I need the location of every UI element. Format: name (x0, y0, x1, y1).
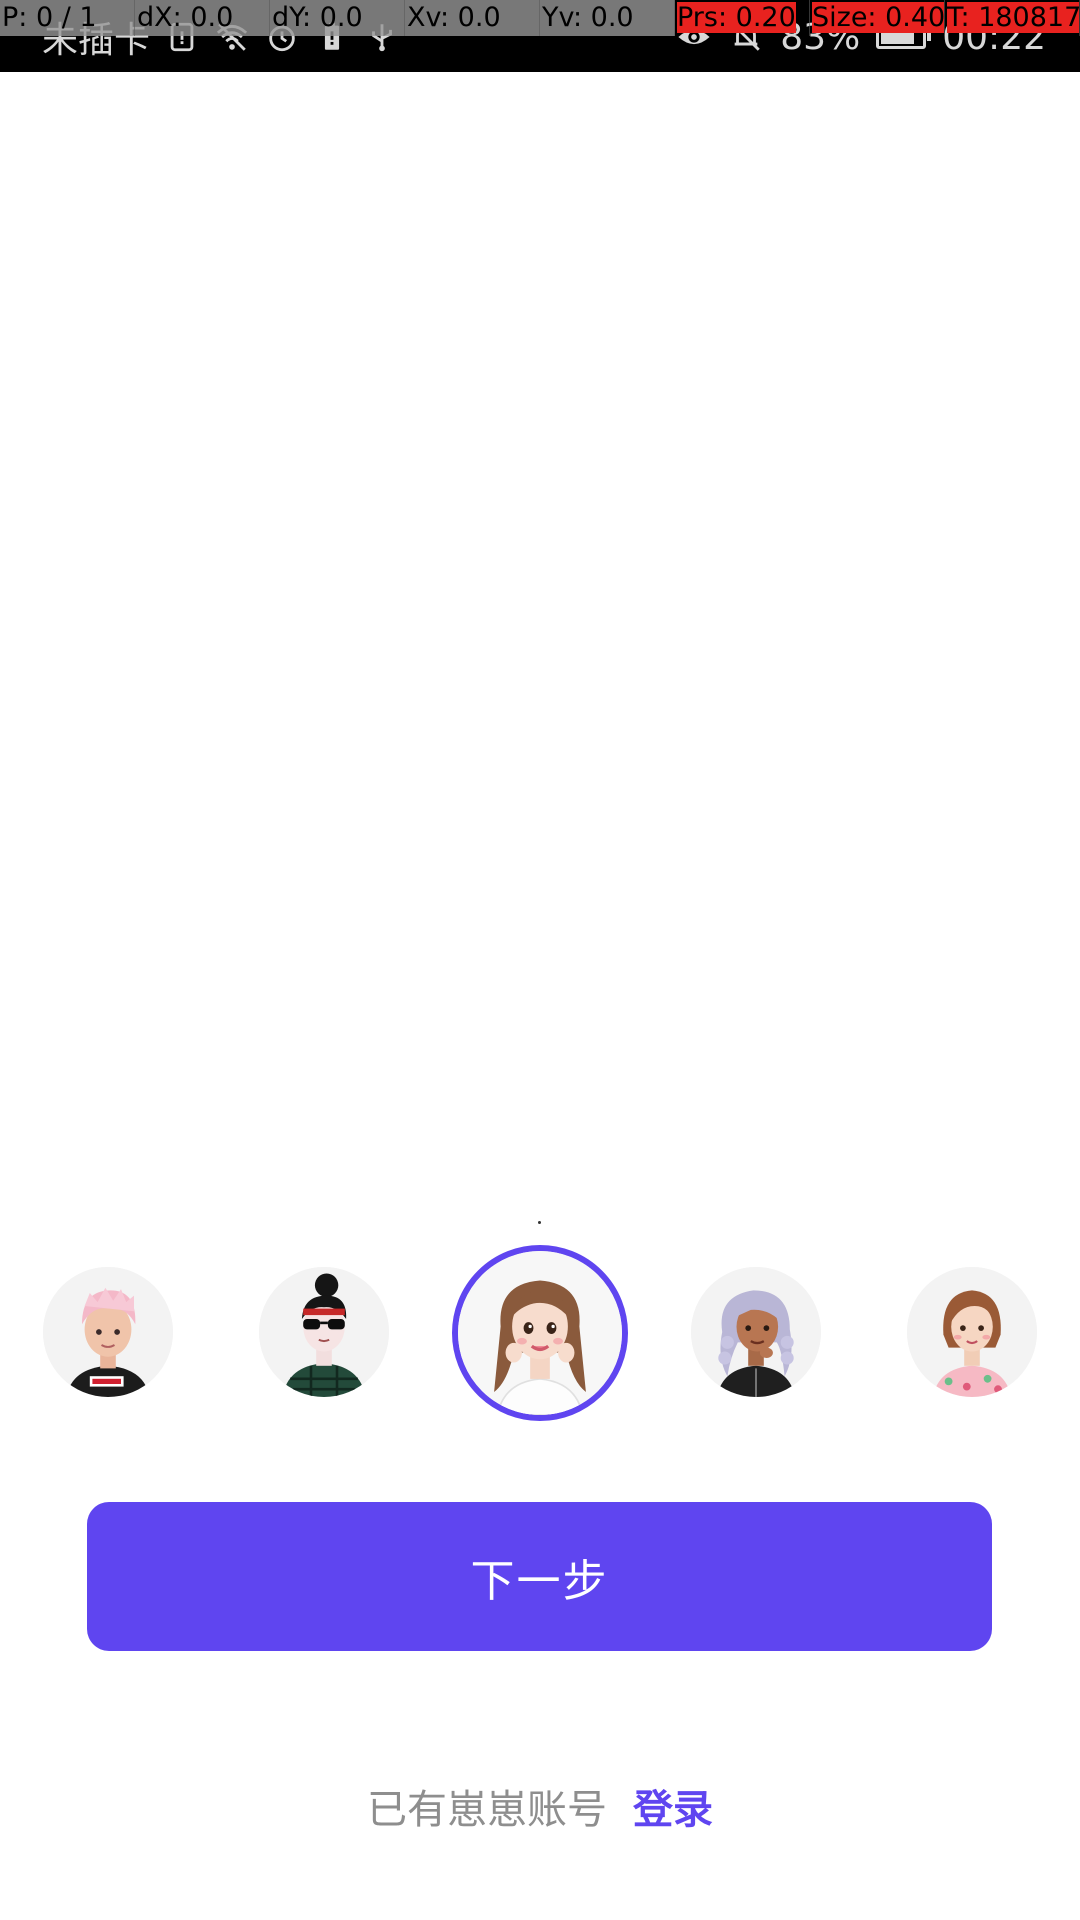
debug-prs: Prs: 0.20 (677, 2, 796, 33)
debug-touch-cell: T: 180817 (945, 0, 1080, 36)
debug-xv: Xv: 0.0 (405, 0, 540, 36)
avatar-long-hair-girl-image (458, 1251, 622, 1415)
avatar-silver-curls-image (691, 1267, 821, 1397)
next-button-label: 下一步 (470, 1555, 609, 1607)
login-prompt-text: 已有崽崽账号 (367, 1787, 607, 1833)
debug-size: Size: 0.40 (812, 2, 945, 33)
avatar-picker (0, 1245, 1080, 1425)
avatar-long-hair-girl[interactable] (452, 1245, 628, 1421)
pointer-location-overlay: P: 0 / 1 dX: 0.0 dY: 0.0 Xv: 0.0 Yv: 0.0… (0, 0, 1080, 36)
avatar-pink-hair-boy-image (43, 1267, 173, 1397)
debug-dx: dX: 0.0 (135, 0, 270, 36)
debug-size-cell: Size: 0.40 (810, 0, 945, 36)
avatar-bob-hair-girl-image (907, 1267, 1037, 1397)
login-link[interactable]: 登录 (633, 1777, 713, 1835)
avatar-sunglasses-bun-image (259, 1267, 389, 1397)
debug-prs-cell: Prs: 0.20 (675, 0, 810, 36)
debug-touch: T: 180817 (947, 2, 1080, 33)
center-dot (538, 1221, 541, 1224)
debug-pointer: P: 0 / 1 (0, 0, 135, 36)
login-prompt-row: 已有崽崽账号 登录 (0, 1776, 1080, 1836)
avatar-pink-hair-boy[interactable] (43, 1267, 173, 1397)
debug-yv: Yv: 0.0 (540, 0, 675, 36)
avatar-bob-hair-girl[interactable] (907, 1267, 1037, 1397)
avatar-silver-curls[interactable] (691, 1267, 821, 1397)
next-button[interactable]: 下一步 (87, 1502, 992, 1651)
debug-dy: dY: 0.0 (270, 0, 405, 36)
avatar-sunglasses-bun[interactable] (259, 1267, 389, 1397)
